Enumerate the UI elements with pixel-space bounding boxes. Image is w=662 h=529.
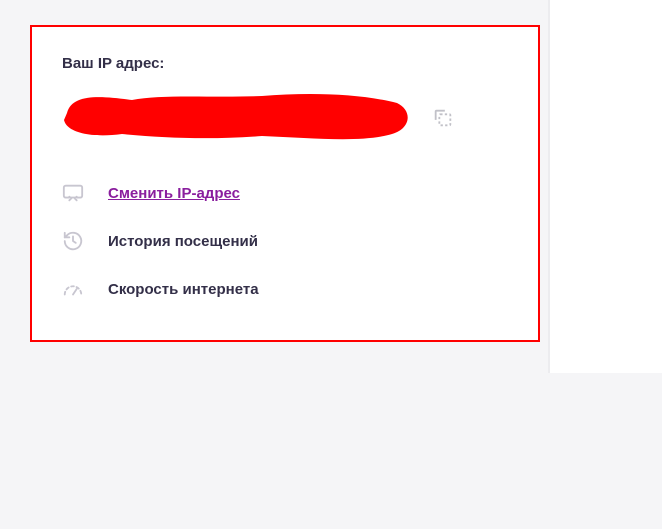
right-divider: [548, 0, 550, 373]
link-history-label: История посещений: [108, 233, 258, 250]
link-change-ip-label: Сменить IP-адрес: [108, 185, 240, 202]
ip-value-row: [62, 90, 508, 146]
history-icon: [62, 230, 84, 252]
right-panel: [550, 0, 662, 373]
links-list: Сменить IP-адрес История посещений: [62, 182, 508, 300]
gauge-icon: [62, 278, 84, 300]
link-row-change-ip[interactable]: Сменить IP-адрес: [62, 182, 508, 204]
ip-title: Ваш IP адрес:: [62, 55, 508, 72]
link-row-history[interactable]: История посещений: [62, 230, 508, 252]
copy-icon[interactable]: [432, 107, 454, 129]
link-speed-label: Скорость интернета: [108, 281, 259, 298]
ip-card: Ваш IP адрес:: [30, 25, 540, 342]
link-row-speed[interactable]: Скорость интернета: [62, 278, 508, 300]
ip-redaction: [62, 88, 412, 149]
card-wrapper: Ваш IP адрес:: [30, 25, 540, 342]
swap-icon: [62, 182, 84, 204]
